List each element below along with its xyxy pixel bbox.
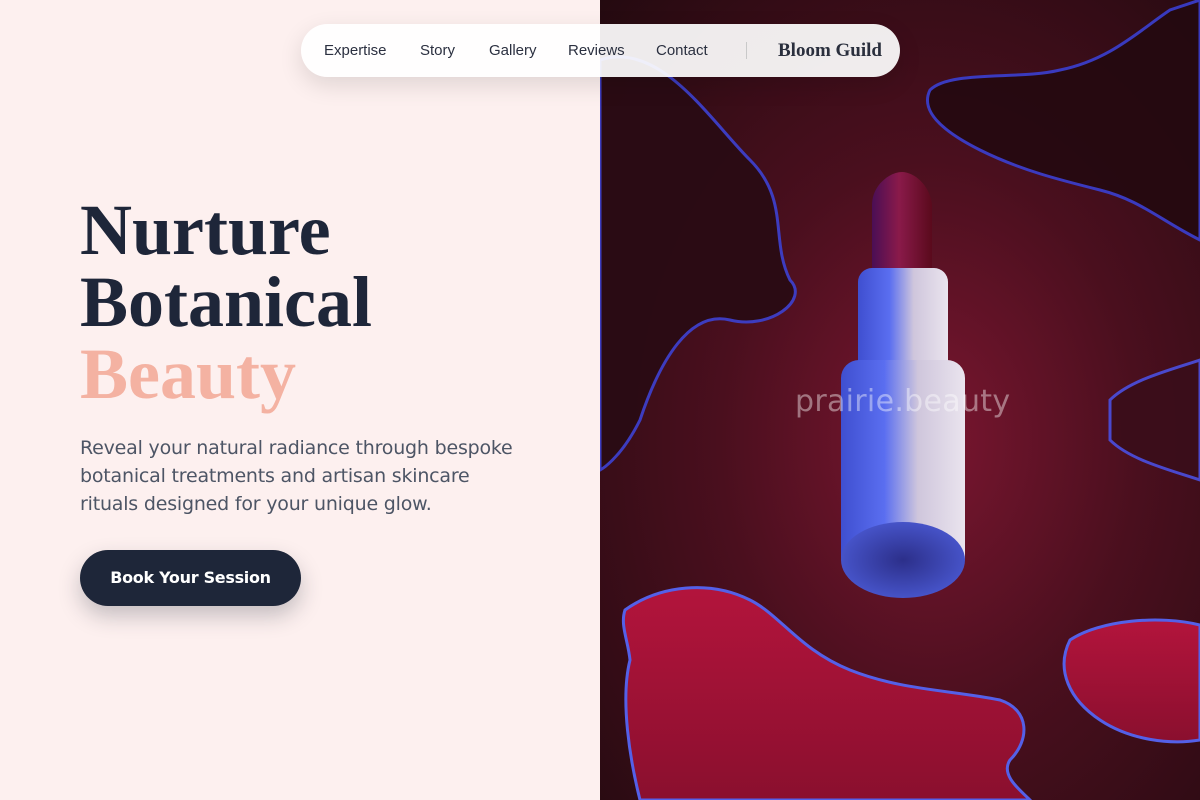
hero-title: Nurture Botanical Beauty bbox=[80, 194, 372, 410]
nav-link-story[interactable]: Story bbox=[420, 24, 455, 77]
hero-image-lipstick-photo: prairie.beauty bbox=[600, 0, 1200, 800]
hero-title-line-1: Nurture bbox=[80, 190, 331, 270]
nav-link-contact[interactable]: Contact bbox=[656, 24, 708, 77]
hero-title-line-2: Botanical bbox=[80, 262, 373, 342]
book-session-button[interactable]: Book Your Session bbox=[80, 550, 301, 606]
nav-link-expertise[interactable]: Expertise bbox=[324, 24, 387, 77]
hero-title-accent: Beauty bbox=[80, 334, 296, 414]
nav-link-gallery[interactable]: Gallery bbox=[489, 24, 537, 77]
watermark-text: prairie.beauty bbox=[795, 384, 1011, 419]
top-navigation-bar: Expertise Story Gallery Reviews Contact … bbox=[301, 24, 900, 77]
brand-logo[interactable]: Bloom Guild bbox=[778, 24, 882, 77]
nav-link-reviews[interactable]: Reviews bbox=[568, 24, 625, 77]
nav-divider bbox=[746, 42, 747, 59]
hero-left-panel: Nurture Botanical Beauty Reveal your nat… bbox=[0, 0, 600, 800]
hero-subtitle: Reveal your natural radiance through bes… bbox=[80, 437, 513, 515]
